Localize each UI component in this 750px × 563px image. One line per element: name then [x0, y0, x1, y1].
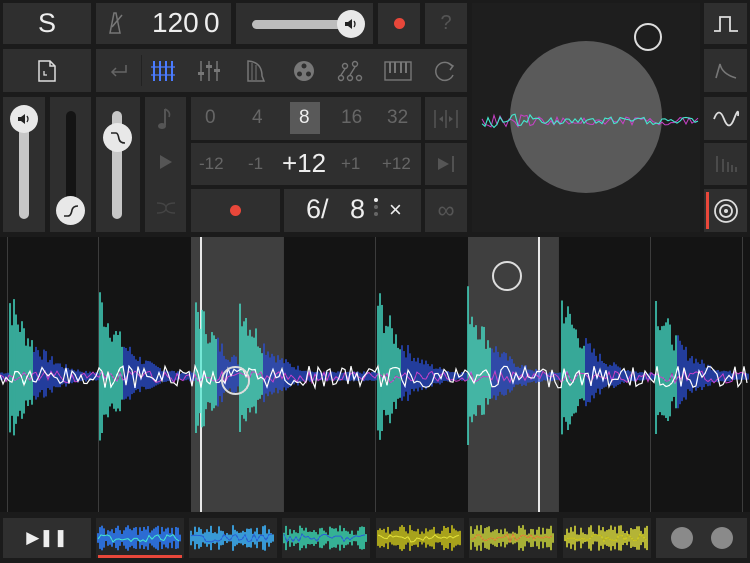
infinite-loop-button[interactable]: ∞: [425, 189, 467, 232]
shuffle-icon[interactable]: [155, 199, 177, 217]
record-dot-icon: [393, 18, 405, 29]
transpose-up-1[interactable]: +1: [341, 154, 360, 174]
tempo-fraction[interactable]: 0: [204, 7, 220, 39]
file-button[interactable]: [3, 49, 91, 92]
transpose-down-12[interactable]: -12: [199, 154, 224, 174]
project-button[interactable]: S: [3, 3, 91, 44]
project-label: S: [37, 8, 56, 38]
record-sequence-button[interactable]: [191, 189, 280, 232]
master-volume-panel: [236, 3, 373, 44]
steps-option-8[interactable]: 8: [299, 107, 310, 129]
steps-option-16[interactable]: 16: [341, 107, 362, 129]
target-button[interactable]: [704, 189, 747, 232]
loop-point-marker[interactable]: [492, 261, 522, 291]
help-button[interactable]: ?: [425, 3, 467, 44]
playback-cursor[interactable]: [221, 366, 250, 395]
xy-pad[interactable]: [472, 3, 700, 232]
highpass-fader-panel: [50, 97, 91, 232]
play-small-icon[interactable]: [158, 153, 174, 171]
tempo-panel[interactable]: 120 0: [96, 3, 231, 44]
waveform-canvas: [0, 286, 749, 446]
scene-pads: [656, 518, 747, 558]
skip-end-icon: [435, 154, 457, 174]
steps-option-0[interactable]: 0: [205, 107, 216, 129]
transpose-down-1[interactable]: -1: [248, 154, 263, 174]
wave-pulse-button[interactable]: [704, 143, 747, 185]
speaker-icon: [17, 113, 31, 125]
square-wave-icon: [712, 13, 740, 35]
infinity-icon: ∞: [437, 196, 455, 224]
lowpass-fader-knob-top[interactable]: [103, 123, 132, 152]
file-icon: [37, 59, 57, 83]
steps-selector: 0 4 8 16 32: [191, 97, 421, 140]
return-icon[interactable]: [108, 61, 130, 79]
split-icon: [433, 108, 459, 130]
harp-icon[interactable]: [242, 58, 268, 84]
skip-end-button[interactable]: [425, 143, 467, 185]
play-pause-button[interactable]: ▶❚❚: [3, 518, 91, 558]
sine-wave-icon: [712, 108, 740, 130]
time-signature-panel: 6/ 8 ×: [284, 189, 421, 232]
clip-thumbnail-1[interactable]: [96, 518, 184, 558]
close-time-signature[interactable]: ×: [389, 197, 402, 223]
tempo-value[interactable]: 120: [152, 7, 199, 39]
saw-wave-icon: [712, 60, 740, 82]
help-label: ?: [440, 12, 452, 34]
sequencer-icon[interactable]: [150, 58, 176, 84]
clip-thumbnail-5[interactable]: [469, 518, 557, 558]
time-signature-denominator[interactable]: 8: [350, 194, 365, 225]
xy-pad-waveform: [481, 113, 699, 129]
reel-icon[interactable]: [291, 58, 317, 84]
clip-thumbnail-2[interactable]: [189, 518, 277, 558]
transpose-selector: -12 -1 +12 +1 +12: [191, 143, 421, 185]
pulse-icon: [713, 153, 739, 175]
keyboard-icon[interactable]: [384, 60, 412, 82]
metronome-icon[interactable]: [104, 11, 126, 35]
mixer-icon[interactable]: [196, 58, 222, 84]
lowpass-curve-icon: [110, 131, 126, 145]
record-arm-button[interactable]: [378, 3, 420, 44]
master-volume-knob[interactable]: [337, 10, 365, 38]
note-icon[interactable]: [157, 107, 175, 131]
more-dots-icon[interactable]: [374, 198, 378, 216]
clip-thumbnail-6[interactable]: [563, 518, 651, 558]
split-button[interactable]: [425, 97, 467, 140]
target-icon: [713, 198, 739, 224]
speaker-icon: [344, 18, 358, 30]
wave-square-button[interactable]: [704, 3, 747, 44]
active-clip-indicator: [98, 555, 182, 558]
scene-pad-2[interactable]: [711, 527, 733, 549]
play-pause-icon: ▶❚❚: [26, 528, 68, 547]
side-tools-panel: [145, 97, 186, 232]
scene-pad-1[interactable]: [671, 527, 693, 549]
volume-fader-knob[interactable]: [10, 105, 38, 133]
lowpass-fader-panel: [96, 97, 140, 232]
active-indicator: [706, 192, 709, 229]
transpose-value[interactable]: +12: [282, 148, 326, 179]
nodes-icon[interactable]: [336, 58, 364, 84]
time-signature-numerator[interactable]: 6/: [306, 194, 329, 225]
wave-sine-button[interactable]: [704, 97, 747, 140]
mode-toolbar: [96, 49, 467, 92]
loop-icon[interactable]: [432, 58, 458, 84]
highpass-curve-icon: [63, 204, 79, 218]
transpose-up-12[interactable]: +12: [382, 154, 411, 174]
clip-thumbnail-3[interactable]: [282, 518, 370, 558]
volume-fader-panel: [3, 97, 45, 232]
record-dot-icon: [230, 205, 241, 216]
highpass-fader-knob[interactable]: [56, 196, 85, 225]
clip-thumbnail-4[interactable]: [376, 518, 464, 558]
steps-option-4[interactable]: 4: [252, 107, 263, 129]
steps-option-32[interactable]: 32: [387, 107, 408, 129]
wave-saw-button[interactable]: [704, 49, 747, 92]
